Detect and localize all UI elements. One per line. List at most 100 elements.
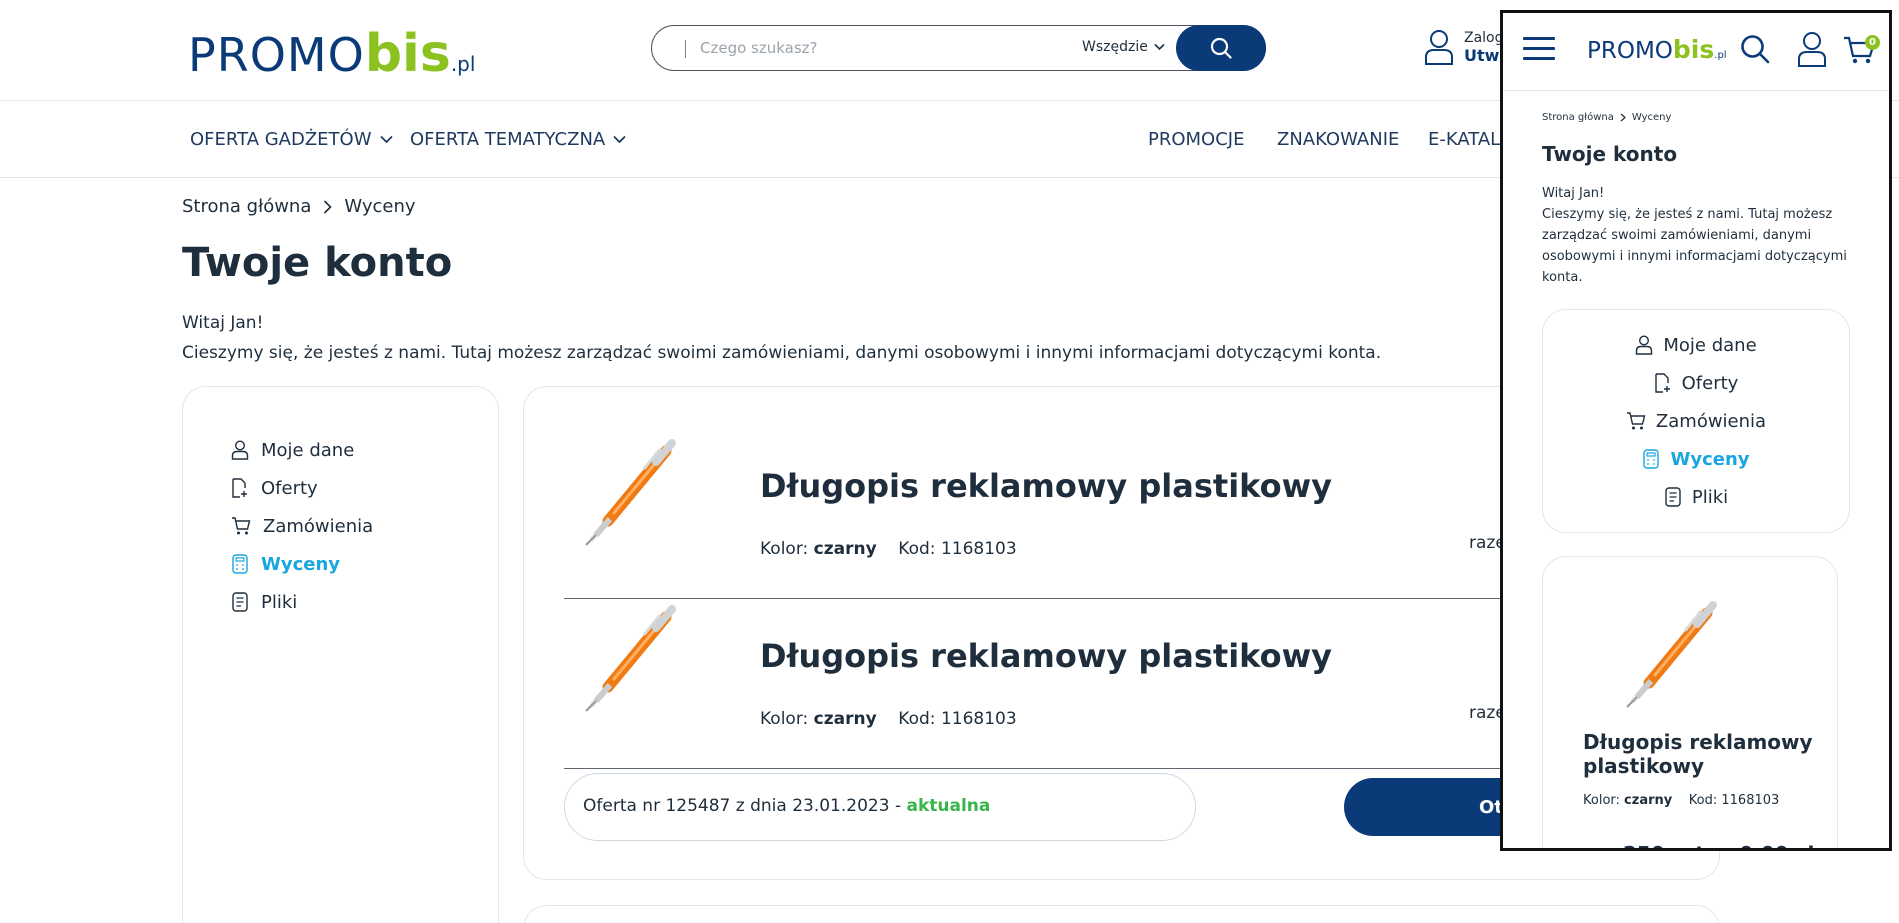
color-value: czarny [1624, 793, 1673, 808]
sidebar-item-pliki[interactable]: Pliki [231, 583, 373, 621]
product-meta: Kolor: czarny Kod: 1168103 [1583, 793, 1779, 808]
search-bar: Wszędzie [651, 25, 1266, 71]
nav-item-label: ZNAKOWANIE [1277, 129, 1400, 150]
sidebar-item-oferty[interactable]: Oferty [231, 469, 373, 507]
color-label: Kolor: [760, 539, 809, 559]
page-title: Twoje konto [182, 240, 453, 286]
search-icon [1210, 37, 1232, 59]
breadcrumb-home[interactable]: Strona główna [1542, 112, 1614, 123]
welcome-message: Cieszymy się, że jesteś z nami. Tutaj mo… [182, 343, 1382, 363]
logo-bis-text: bis [1672, 35, 1715, 64]
breadcrumb-current: Wyceny [1631, 112, 1672, 123]
product-name[interactable]: Długopis reklamowy plastikowy [1583, 730, 1823, 778]
chevron-right-icon [1620, 113, 1626, 122]
code-value: 1168103 [940, 709, 1017, 729]
search-input[interactable] [700, 34, 1000, 62]
user-icon [1636, 335, 1653, 355]
offer-info: Oferta nr 125487 z dnia 23.01.2023 - akt… [564, 773, 1196, 841]
search-scope-label: Wszędzie [1082, 39, 1148, 55]
file-list-icon [1665, 487, 1681, 507]
document-plus-icon [232, 478, 247, 498]
mobile-account-sidebar: Moje dane Oferty Zamówienia Wyceny Pliki [1542, 309, 1850, 533]
sidebar-item-zamowienia[interactable]: Zamówienia [1543, 402, 1849, 440]
user-icon [231, 440, 249, 460]
sidebar-item-wyceny[interactable]: Wyceny [231, 545, 373, 583]
code-value: 1168103 [940, 539, 1017, 559]
welcome-text: Witaj Jan! Cieszymy się, że jesteś z nam… [182, 308, 1381, 368]
calculator-icon [1643, 449, 1660, 469]
mobile-product-card: Długopis reklamowy plastikowy Kolor: cza… [1542, 556, 1838, 848]
sidebar-item-moje-dane[interactable]: Moje dane [1543, 326, 1849, 364]
site-logo[interactable]: PROMO bis .pl [188, 24, 475, 84]
sidebar-item-oferty[interactable]: Oferty [1543, 364, 1849, 402]
mobile-header: PROMO bis .pl 0 [1503, 13, 1889, 91]
sidebar-item-label: Moje dane [261, 439, 355, 461]
sidebar-item-moje-dane[interactable]: Moje dane [231, 431, 373, 469]
sidebar-item-pliki[interactable]: Pliki [1543, 478, 1849, 516]
offer-status: aktualna [906, 796, 991, 816]
mobile-welcome-text: Witaj Jan! Cieszymy się, że jesteś z nam… [1542, 183, 1852, 288]
breadcrumb-home[interactable]: Strona główna [182, 196, 311, 217]
file-list-icon [232, 592, 248, 612]
welcome-message: Cieszymy się, że jesteś z nami. Tutaj mo… [1542, 207, 1847, 285]
logo-pl-text: .pl [1714, 50, 1727, 61]
code-label: Kod: [898, 709, 936, 729]
sidebar-item-label: Wyceny [261, 553, 341, 575]
product-price-line: 250 szt. x 0,00 zł [1623, 842, 1815, 848]
logo-bis-text: bis [364, 24, 451, 84]
search-button[interactable] [1176, 25, 1266, 71]
document-plus-icon [1654, 373, 1670, 393]
nav-item-label: OFERTA TEMATYCZNA [410, 129, 606, 150]
logo-promo-text: PROMO [1587, 38, 1673, 64]
nav-promocje[interactable]: PROMOCJE [1148, 129, 1244, 150]
mobile-logo[interactable]: PROMO bis .pl [1587, 35, 1727, 64]
sidebar-item-label: Moje dane [1663, 334, 1757, 356]
search-caret [685, 40, 686, 58]
color-label: Kolor: [760, 709, 809, 729]
nav-oferta-gadzetow[interactable]: OFERTA GADŻETÓW [190, 129, 393, 150]
welcome-greeting: Witaj Jan! [182, 313, 264, 333]
user-icon [1425, 30, 1453, 65]
search-icon[interactable] [1739, 33, 1771, 65]
product-meta: Kolor: czarny Kod: 1168103 [760, 539, 1017, 559]
user-icon[interactable] [1797, 31, 1827, 67]
calculator-icon [232, 554, 248, 574]
logo-pl-text: .pl [450, 52, 476, 76]
sidebar-item-label: Pliki [1691, 486, 1729, 508]
chevron-down-icon [379, 135, 393, 144]
chevron-right-icon [324, 199, 333, 214]
account-sidebar: Moje dane Oferty Zamówienia Wyceny Pliki [182, 386, 499, 923]
product-name[interactable]: Długopis reklamowy plastikowy [760, 637, 1332, 675]
product-name[interactable]: Długopis reklamowy plastikowy [760, 467, 1332, 505]
sidebar-item-zamowienia[interactable]: Zamówienia [231, 507, 373, 545]
nav-item-label: OFERTA GADŻETÓW [190, 129, 372, 150]
sidebar-item-label: Oferty [1681, 372, 1739, 394]
mobile-preview: PROMO bis .pl 0 Strona główna Wyceny Two… [1500, 10, 1892, 851]
code-label: Kod: [898, 539, 936, 559]
product-image[interactable] [574, 437, 684, 547]
product-image[interactable] [574, 603, 684, 713]
cart-count-badge: 0 [1865, 35, 1880, 50]
color-label: Kolor: [1583, 793, 1620, 808]
mobile-page-title: Twoje konto [1542, 142, 1678, 166]
sidebar-item-label: Zamówienia [263, 515, 374, 537]
cart-icon [1626, 412, 1646, 430]
code-value: 1168103 [1721, 793, 1780, 808]
sidebar-item-label: Oferty [261, 477, 318, 499]
chevron-down-icon [1154, 43, 1165, 51]
nav-znakowanie[interactable]: ZNAKOWANIE [1277, 129, 1399, 150]
product-meta: Kolor: czarny Kod: 1168103 [760, 709, 1017, 729]
breadcrumb: Strona główna Wyceny [182, 196, 416, 217]
logo-promo-text: PROMO [188, 28, 365, 82]
menu-icon[interactable] [1523, 37, 1555, 61]
color-value: czarny [813, 539, 877, 559]
cart-icon [232, 517, 251, 535]
product-image[interactable] [1615, 599, 1725, 709]
mobile-breadcrumb: Strona główna Wyceny [1542, 112, 1671, 123]
nav-oferta-tematyczna[interactable]: OFERTA TEMATYCZNA [410, 129, 626, 150]
color-value: czarny [813, 709, 877, 729]
sidebar-item-label: Pliki [261, 591, 298, 613]
search-scope-select[interactable]: Wszędzie [1082, 39, 1165, 55]
offer-number-text: Oferta nr 125487 z dnia 23.01.2023 - [583, 796, 907, 816]
sidebar-item-wyceny[interactable]: Wyceny [1543, 440, 1849, 478]
